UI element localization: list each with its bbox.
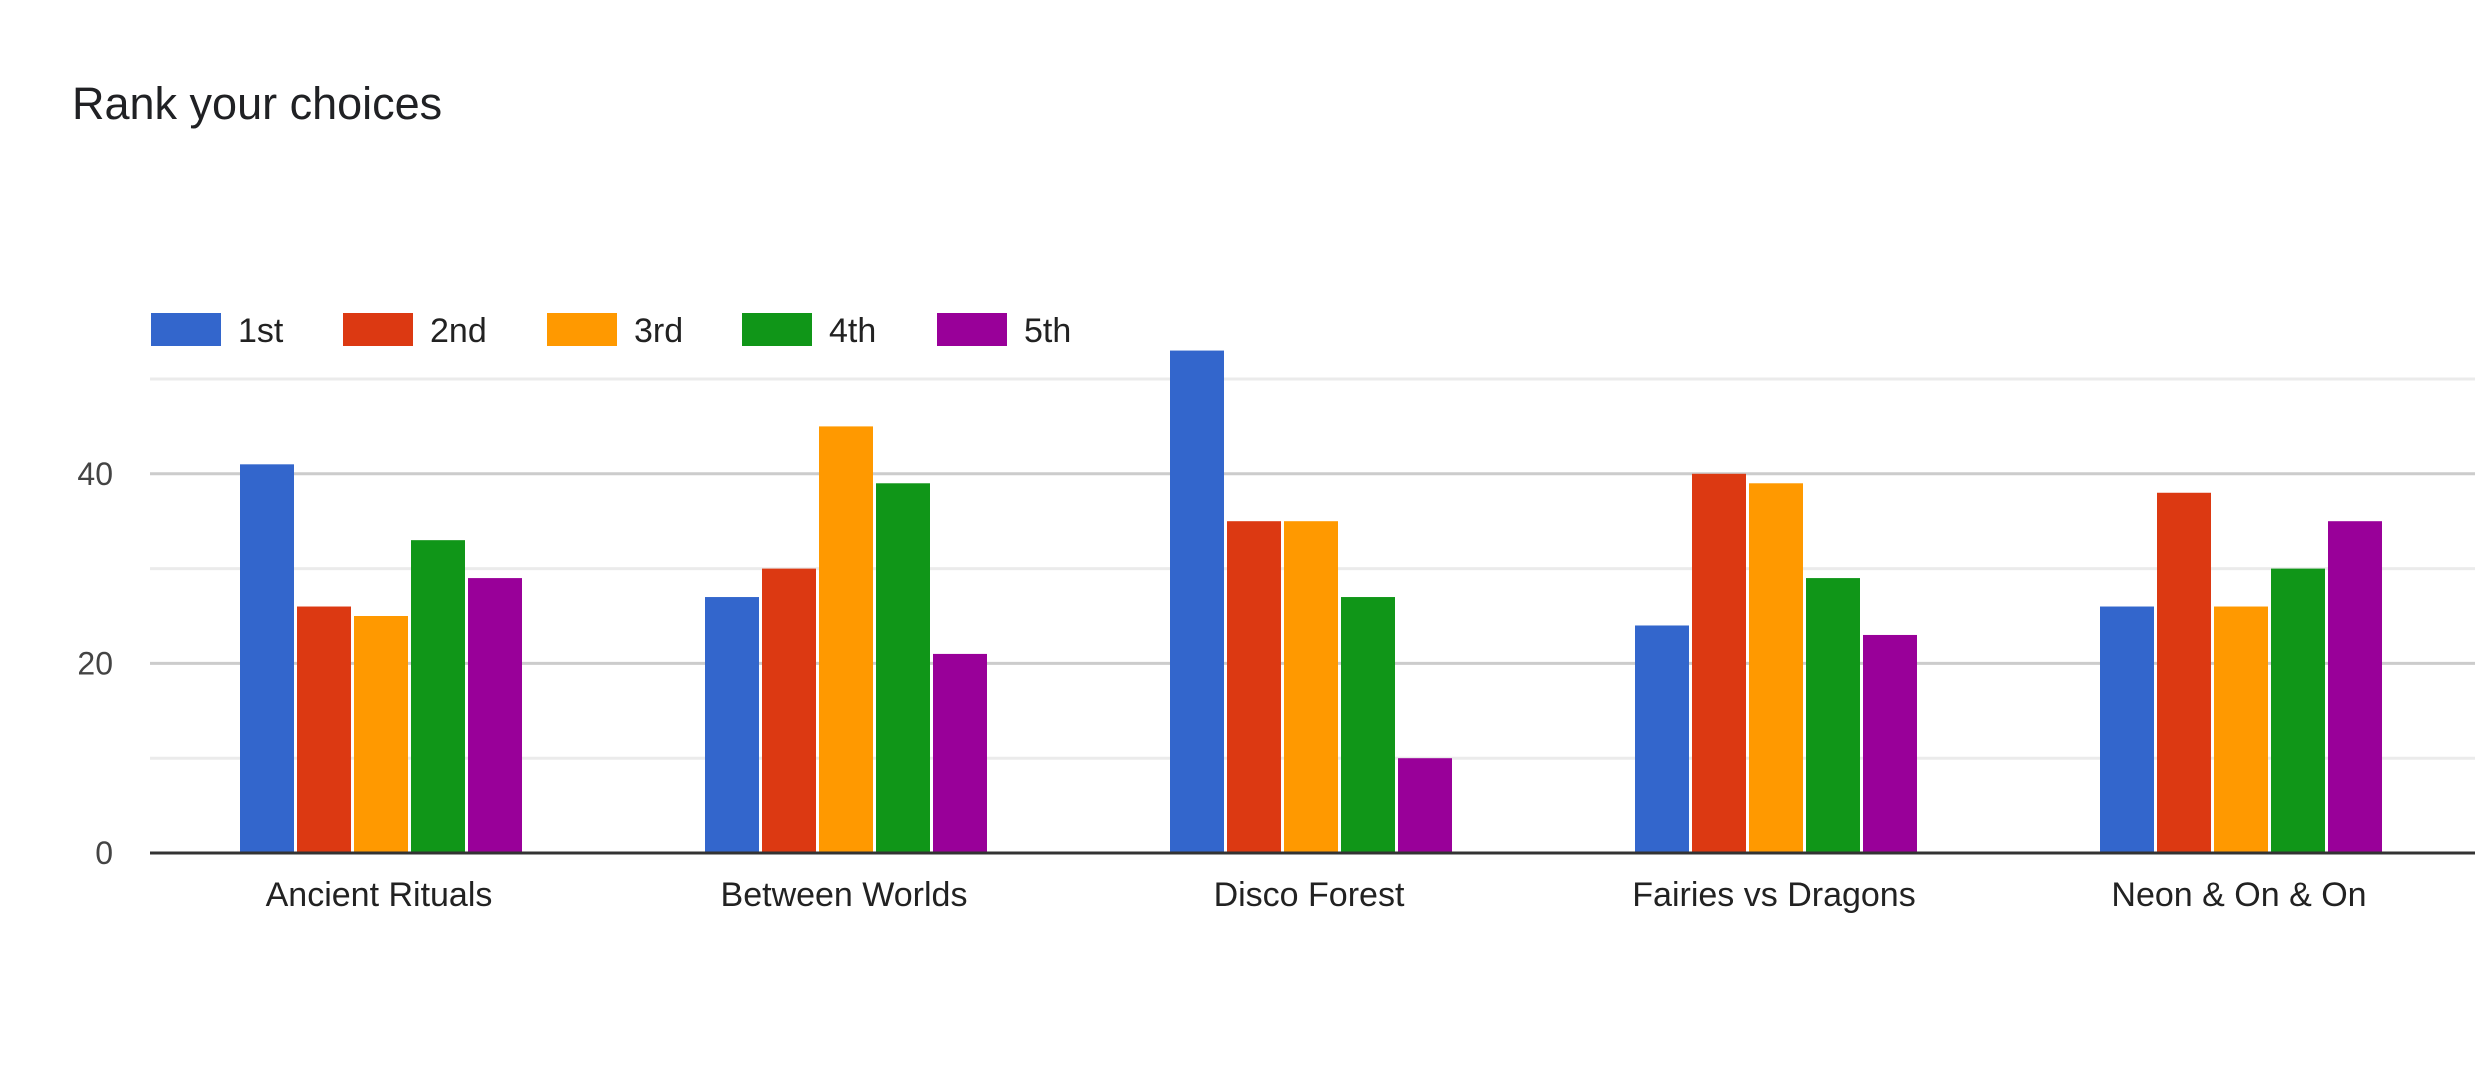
bar-5th[interactable] — [1863, 634, 1917, 853]
bar-5th[interactable] — [933, 653, 987, 853]
bar-4th[interactable] — [2271, 568, 2325, 853]
legend-item-5th[interactable]: 5th — [937, 312, 1071, 350]
legend: 1st 2nd 3rd 4th 5th — [151, 312, 1071, 350]
bar-3rd[interactable] — [2214, 606, 2268, 853]
x-tick-label: Disco Forest — [1214, 876, 1405, 914]
bar-4th[interactable] — [411, 540, 465, 853]
x-axis-labels: Ancient Rituals Between Worlds Disco Fores… — [266, 876, 2367, 914]
bar-2nd[interactable] — [762, 568, 816, 853]
bar-4th[interactable] — [1341, 597, 1395, 853]
legend-item-2nd[interactable]: 2nd — [343, 312, 487, 350]
y-tick-label: 40 — [77, 456, 113, 492]
legend-swatch — [343, 313, 413, 346]
legend-label: 2nd — [430, 312, 487, 350]
bar-group — [1635, 473, 1917, 853]
legend-label: 4th — [829, 312, 876, 350]
legend-item-1st[interactable]: 1st — [151, 312, 284, 350]
bar-5th[interactable] — [468, 578, 522, 853]
legend-label: 3rd — [634, 312, 683, 350]
bar-1st[interactable] — [240, 464, 294, 853]
bar-5th[interactable] — [2328, 521, 2382, 853]
legend-item-3rd[interactable]: 3rd — [547, 312, 683, 350]
bar-2nd[interactable] — [2157, 492, 2211, 853]
legend-label: 5th — [1024, 312, 1071, 350]
y-tick-label: 0 — [95, 835, 113, 871]
legend-swatch — [547, 313, 617, 346]
bar-3rd[interactable] — [819, 426, 873, 853]
bar-1st[interactable] — [2100, 606, 2154, 853]
bar-4th[interactable] — [876, 483, 930, 853]
bar-3rd[interactable] — [1284, 521, 1338, 853]
bars — [240, 350, 2382, 853]
bar-5th[interactable] — [1398, 758, 1452, 853]
legend-swatch — [937, 313, 1007, 346]
x-tick-label: Ancient Rituals — [266, 876, 493, 914]
bar-group — [2100, 492, 2382, 853]
y-tick-label: 20 — [77, 645, 113, 681]
legend-item-4th[interactable]: 4th — [742, 312, 876, 350]
bar-1st[interactable] — [1635, 625, 1689, 853]
bar-2nd[interactable] — [1227, 521, 1281, 853]
bar-2nd[interactable] — [1692, 473, 1746, 853]
bar-1st[interactable] — [705, 597, 759, 853]
legend-label: 1st — [238, 312, 284, 350]
bar-group — [240, 464, 522, 853]
bar-3rd[interactable] — [354, 616, 408, 853]
bar-4th[interactable] — [1806, 578, 1860, 853]
bar-1st[interactable] — [1170, 350, 1224, 853]
bar-2nd[interactable] — [297, 606, 351, 853]
bar-chart: 0 20 40 Ancient Rituals Between Worlds Disco… — [77, 312, 2475, 914]
legend-swatch — [742, 313, 812, 346]
x-tick-label: Between Worlds — [721, 876, 968, 914]
x-tick-label: Fairies vs Dragons — [1632, 876, 1915, 914]
y-axis-ticks: 0 20 40 — [77, 456, 113, 871]
bar-group — [705, 426, 987, 853]
bar-3rd[interactable] — [1749, 483, 1803, 853]
legend-swatch — [151, 313, 221, 346]
bar-group — [1170, 350, 1452, 853]
x-tick-label: Neon & On & On — [2111, 876, 2366, 914]
